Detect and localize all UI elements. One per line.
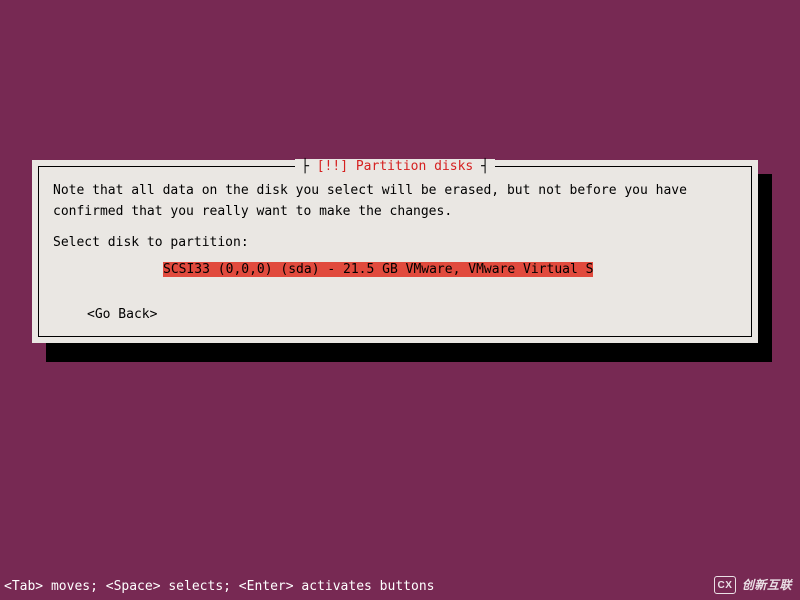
dialog-body-line1: Note that all data on the disk you selec… bbox=[53, 183, 737, 198]
disk-option-row: SCSI33 (0,0,0) (sda) - 21.5 GB VMware, V… bbox=[53, 262, 737, 277]
watermark-logo: CX bbox=[714, 576, 736, 594]
dialog-inner: ├ [!!] Partition disks ┤ Note that all d… bbox=[38, 166, 752, 337]
dialog-prompt: Select disk to partition: bbox=[53, 235, 737, 250]
dialog-title-text: Partition disks bbox=[356, 159, 473, 174]
dialog-body-line2: confirmed that you really want to make t… bbox=[53, 204, 737, 219]
go-back-button[interactable]: <Go Back> bbox=[87, 307, 157, 322]
disk-option-selected[interactable]: SCSI33 (0,0,0) (sda) - 21.5 GB VMware, V… bbox=[163, 262, 593, 277]
footer-help: <Tab> moves; <Space> selects; <Enter> ac… bbox=[4, 579, 434, 594]
goback-row: <Go Back> bbox=[53, 307, 737, 322]
watermark: CX 创新互联 bbox=[714, 576, 792, 594]
dialog-title-wrap: ├ [!!] Partition disks ┤ bbox=[39, 159, 751, 174]
dialog-title: ├ [!!] Partition disks ┤ bbox=[295, 159, 495, 174]
dialog-title-bang: [!!] bbox=[317, 159, 348, 174]
watermark-text: 创新互联 bbox=[742, 578, 792, 593]
partition-dialog: ├ [!!] Partition disks ┤ Note that all d… bbox=[32, 160, 758, 343]
